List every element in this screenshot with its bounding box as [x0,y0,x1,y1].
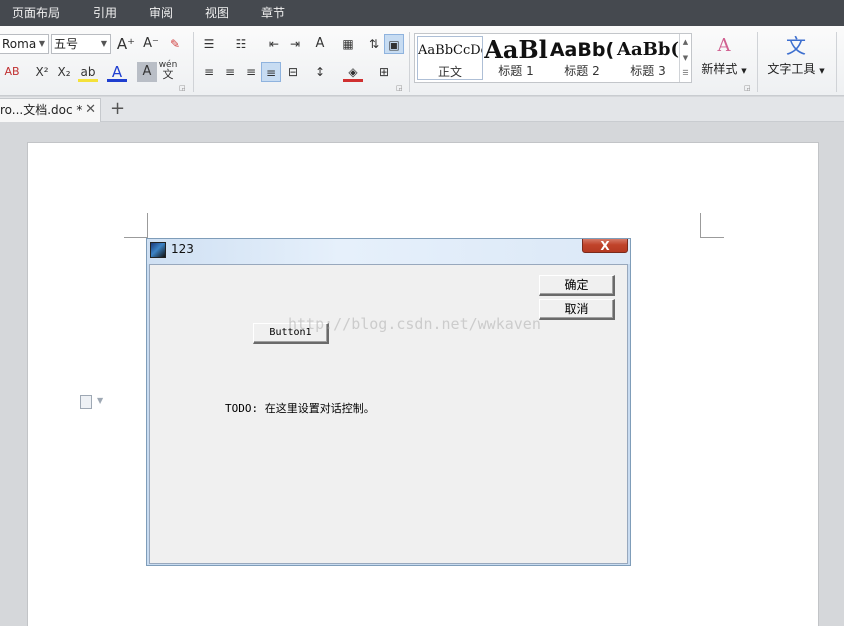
document-tab-strip: ro...文档.doc * ✕ + [0,97,844,122]
cancel-button[interactable]: 取消 [539,299,615,320]
grow-font-button[interactable]: A⁺ [116,34,136,54]
table-icon[interactable]: ▦ [338,34,358,54]
menu-references[interactable]: 引用 [93,0,117,26]
menu-view[interactable]: 视图 [205,0,229,26]
chevron-down-icon: ▼ [38,39,45,48]
close-icon[interactable]: X [582,239,628,253]
todo-label: TODO: 在这里设置对话控制。 [225,402,375,415]
chevron-down-icon[interactable]: ▼ [680,50,691,66]
shrink-font-button[interactable]: A⁻ [141,34,161,54]
font-name-select[interactable]: Roma ▼ [0,34,49,54]
style-heading-2[interactable]: AaBb( 标题 2 [549,36,615,80]
show-marks-icon[interactable]: ▣ [384,34,404,54]
sort-icon[interactable]: ⇅ [364,34,384,54]
new-style-button[interactable]: A 新样式 ▼ [698,32,750,84]
dialog-client-area: 确定 取消 Button1 TODO: 在这里设置对话控制。 [149,264,628,564]
document-icon[interactable] [80,395,92,409]
dialog-title-bar: 123 X [147,239,630,264]
new-tab-button[interactable]: + [110,97,125,121]
divider [193,32,194,92]
dialog-title: 123 [171,242,194,256]
justify-icon[interactable]: ≡ [261,62,281,82]
menu-section[interactable]: 章节 [261,0,285,26]
menu-review[interactable]: 审阅 [149,0,173,26]
text-tools-icon: 文 [786,34,806,58]
crop-mark [147,213,148,237]
crop-mark [124,237,148,238]
app-icon [150,242,166,258]
menu-page-layout[interactable]: 页面布局 [12,0,60,26]
align-right-icon[interactable]: ≡ [241,62,261,82]
more-icon[interactable]: ☰ [680,66,691,80]
numbering-icon[interactable]: ☷ [231,34,251,54]
decrease-indent-icon[interactable]: ⇤ [264,34,284,54]
highlight-icon[interactable]: ab [78,62,98,82]
superscript-button[interactable]: X² [32,62,52,82]
font-size-select[interactable]: 五号 ▼ [51,34,111,54]
bullets-icon[interactable]: ☰ [199,34,219,54]
watermark: http://blog.csdn.net/wwkaven [288,315,541,333]
styles-dialog-launcher-icon[interactable]: ◲ [744,84,751,92]
paragraph-dialog-launcher-icon[interactable]: ◲ [396,84,403,92]
distribute-icon[interactable]: ⊟ [283,62,303,82]
divider [757,32,758,92]
divider [836,32,837,92]
font-size-value: 五号 [54,37,79,51]
style-heading-1[interactable]: AaBl 标题 1 [483,36,549,80]
line-spacing-icon[interactable]: ↕ [310,62,330,82]
chevron-up-icon[interactable]: ▲ [680,34,691,50]
font-color-button[interactable]: A [107,62,127,82]
text-direction-icon[interactable]: A [310,34,330,54]
text-tools-label: 文字工具 [767,62,816,76]
styles-gallery: AaBbCcDd 正文 AaBl 标题 1 AaBb( 标题 2 AaBb( 标… [414,33,692,83]
ribbon: Roma ▼ 五号 ▼ A⁺ A⁻ ✎ AB X² X₂ ab A A wén … [0,26,844,96]
phonetic-guide-button[interactable]: wén 文 [158,60,178,80]
crop-mark [700,237,724,238]
clear-format-icon[interactable]: ✎ [165,34,185,54]
style-heading-3[interactable]: AaBb( 标题 3 [615,36,681,80]
increase-indent-icon[interactable]: ⇥ [285,34,305,54]
shading-icon[interactable]: ◈ [343,62,363,82]
font-dialog-launcher-icon[interactable]: ◲ [179,84,186,92]
strikethrough-button[interactable]: AB [0,62,24,82]
styles-scroll[interactable]: ▲ ▼ ☰ [679,34,691,82]
chevron-down-icon: ▼ [741,67,747,75]
ok-button[interactable]: 确定 [539,275,615,296]
new-style-icon: A [717,35,731,56]
document-tab[interactable]: ro...文档.doc * ✕ [0,98,101,122]
new-style-label: 新样式 [701,62,738,76]
menu-bar: 页面布局 引用 审阅 视图 章节 [0,0,844,26]
crop-mark [700,213,701,237]
style-normal[interactable]: AaBbCcDd 正文 [417,36,483,80]
subscript-button[interactable]: X₂ [54,62,74,82]
text-tools-button[interactable]: 文 文字工具 ▼ [764,32,828,84]
phonetic-char: 文 [162,68,174,81]
borders-icon[interactable]: ⊞ [374,62,394,82]
char-shading-button[interactable]: A [137,62,157,82]
align-center-icon[interactable]: ≡ [220,62,240,82]
font-name-value: Roma [2,37,37,51]
close-icon[interactable]: ✕ [85,99,96,121]
divider [409,32,410,92]
document-tab-title: ro...文档.doc * [0,103,83,117]
align-left-icon[interactable]: ≡ [199,62,219,82]
chevron-down-icon: ▼ [100,39,107,48]
chevron-down-icon[interactable]: ▼ [97,396,103,405]
embedded-dialog-image[interactable]: 123 X 确定 取消 Button1 TODO: 在这里设置对话控制。 [146,238,631,566]
chevron-down-icon: ▼ [819,67,825,75]
